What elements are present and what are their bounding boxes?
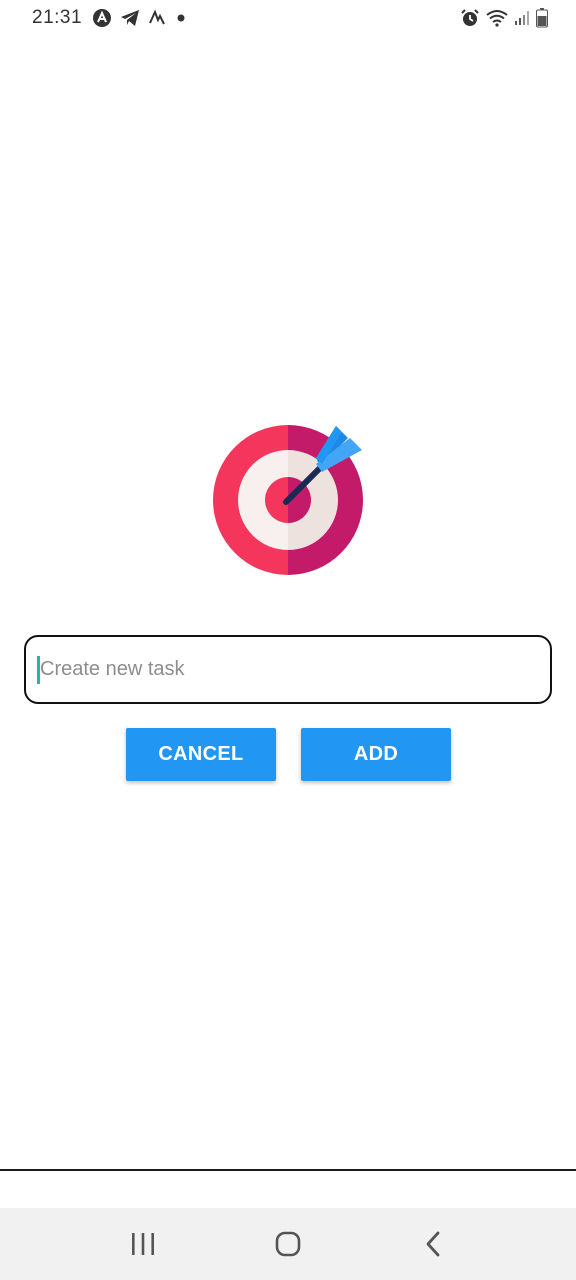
wifi-icon: [486, 9, 508, 27]
target-dart-icon: [212, 424, 364, 576]
notification-dot-icon: [174, 11, 188, 25]
battery-icon: [536, 8, 548, 28]
alarm-icon: [460, 8, 480, 28]
telegram-icon: [120, 9, 140, 27]
status-time: 21:31: [32, 7, 83, 28]
task-input-field[interactable]: [24, 635, 552, 704]
back-icon[interactable]: [403, 1214, 463, 1274]
cancel-button[interactable]: CANCEL: [126, 728, 276, 781]
bottom-divider: [0, 1169, 576, 1171]
recent-apps-icon[interactable]: [113, 1214, 173, 1274]
system-navigation-bar: [0, 1208, 576, 1280]
activity-icon: [148, 9, 166, 27]
add-button[interactable]: ADD: [301, 728, 451, 781]
signal-icon: [514, 10, 530, 26]
app-screen: 21:31 Create new task CANCEL ADD: [0, 0, 576, 1280]
home-icon[interactable]: [258, 1214, 318, 1274]
app-notification-icon: [92, 8, 112, 28]
status-bar: 21:31: [0, 0, 576, 36]
status-bar-right: [460, 8, 548, 28]
status-bar-left: 21:31: [32, 7, 188, 29]
new-task-input[interactable]: [40, 649, 520, 690]
